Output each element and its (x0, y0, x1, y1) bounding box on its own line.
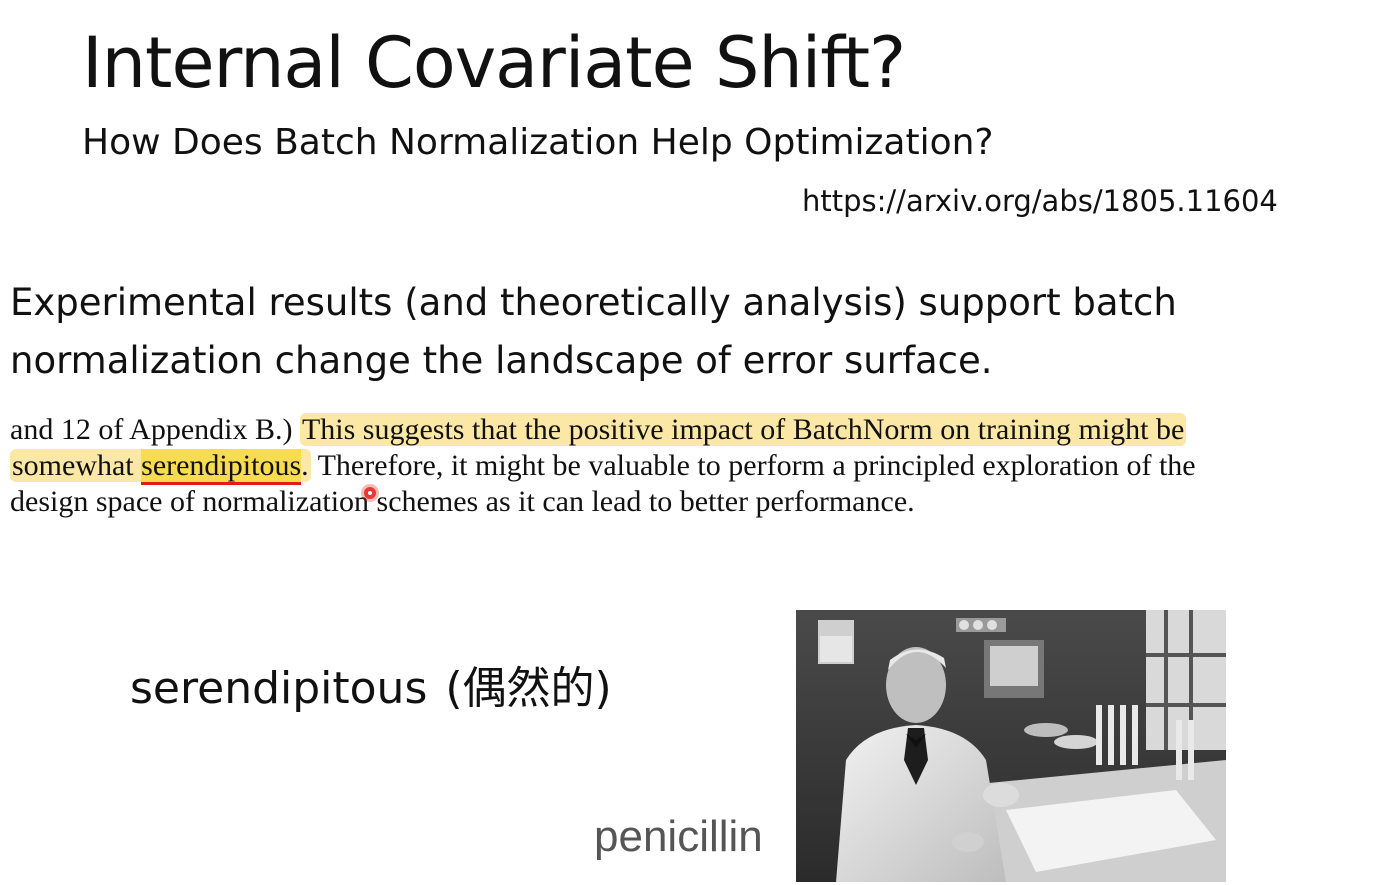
paper-url: https://arxiv.org/abs/1805.11604 (802, 184, 1278, 218)
excerpt-plain-text: and 12 of Appendix B.) (10, 413, 300, 446)
excerpt-plain-text-2: Therefore, it might be valuable to perfo… (310, 449, 1196, 482)
excerpt-line-3: design space of normalization schemes as… (10, 485, 915, 518)
vocabulary-term: serendipitous (偶然的) (130, 652, 612, 716)
highlight-pre-text: somewhat (12, 449, 142, 482)
lab-photo-illustration (796, 610, 1226, 882)
paper-excerpt: and 12 of Appendix B.) This suggests tha… (10, 412, 1372, 520)
highlight-post-text: . (301, 449, 309, 482)
laser-pointer-icon (364, 487, 376, 499)
summary-text: Experimental results (and theoretically … (10, 274, 1370, 390)
vocab-word: serendipitous (130, 663, 428, 714)
paper-title: How Does Batch Normalization Help Optimi… (82, 122, 994, 163)
excerpt-line-1: and 12 of Appendix B.) This suggests tha… (10, 412, 1372, 448)
highlighted-sentence-cont: somewhat serendipitous. (10, 449, 311, 485)
vocab-gloss: (偶然的) (445, 663, 612, 714)
summary-line-2: normalization change the landscape of er… (10, 339, 993, 382)
highlighted-sentence: This suggests that the positive impact o… (299, 413, 1187, 446)
slide-title: Internal Covariate Shift? (82, 22, 906, 104)
summary-line-1: Experimental results (and theoretically … (10, 281, 1177, 324)
scientist-photo (796, 610, 1226, 882)
excerpt-line-2: somewhat serendipitous. Therefore, it mi… (10, 448, 1372, 485)
photo-caption: penicillin (594, 812, 763, 861)
keyword-highlight: serendipitous (141, 449, 302, 485)
